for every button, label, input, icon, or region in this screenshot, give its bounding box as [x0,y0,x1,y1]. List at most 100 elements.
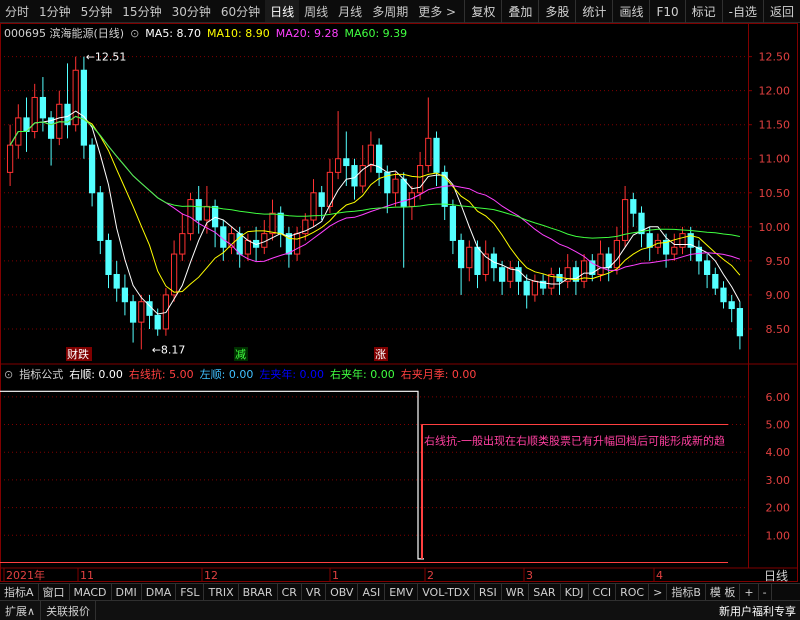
toolbar-button[interactable]: 画线 [612,0,649,23]
candle-body [498,267,506,282]
price-tick-label: 8.50 [766,323,791,336]
indicator-legend-item: 左顺: 0.00 [199,368,254,381]
status-button[interactable]: 扩展∧ [0,601,42,620]
indicator-tab[interactable]: CCI [589,584,617,600]
period-tab[interactable]: 周线 [299,0,333,22]
indicator-tick-label: 1.00 [766,529,791,542]
indicator-tab[interactable]: FSL [176,584,205,600]
indicator-collapse-icon[interactable]: ⊙ [4,368,13,381]
candle-body [728,301,735,310]
indicator-tab[interactable]: 模 板 [706,584,741,600]
indicator-tab[interactable]: SAR [529,584,561,600]
candle-body [318,192,325,207]
candle-body [449,205,457,241]
candle-body [154,314,161,330]
ma-legend-item: MA10: 8.90 [207,26,270,40]
signal-label: 涨 [375,348,386,361]
signal-label: 减 [235,348,246,361]
ma-legend: 000695 滨海能源(日线) ⊙ MA5: 8.70 MA10: 8.90 MA2… [4,25,407,41]
toolbar-button[interactable]: 多股 [538,0,575,23]
indicator-tab[interactable]: VOL-TDX [418,584,475,600]
welfare-button[interactable]: 新用户福利专享 [715,601,800,620]
toolbar-button[interactable]: F10 [649,0,684,23]
indicator-tab[interactable]: VR [302,584,327,600]
price-tick-label: 10.00 [759,221,791,234]
indicator-tab[interactable]: DMA [142,584,177,600]
candle-body [343,158,350,167]
indicator-legend-item: 指标公式 [19,368,64,381]
indicator-tick-label: 2.00 [766,502,791,515]
candle-body [703,260,711,275]
toolbar-button[interactable]: -自选 [721,0,763,23]
candle-body [121,287,129,303]
toolbar-button[interactable]: 复权 [464,0,501,23]
indicator-tab[interactable]: 指标A [0,584,39,600]
toolbar-button[interactable]: 标记 [684,0,722,23]
indicator-tabs: 指标A 窗口 MACD DMI DMA FSL TRIX BRAR CR VR OBV ASI EMV V… [0,583,800,600]
candle-body [31,96,38,133]
period-tab[interactable]: 月线 [333,0,367,22]
price-tick-label: 12.50 [759,51,791,64]
date-label: 11 [80,569,94,582]
date-label: 2021年 [6,568,45,582]
indicator-tab[interactable]: RSI [475,584,502,600]
period-tab[interactable]: 日线 [265,0,300,22]
toolbar-button[interactable]: 返回 [762,0,800,23]
indicator-tick-label: 5.00 [766,419,791,432]
ma-line-20 [9,115,741,271]
period-tab[interactable]: 5分钟 [76,0,118,22]
indicator-tab[interactable]: OBV [326,584,359,600]
indicator-tab[interactable]: ASI [358,584,386,600]
candle-body [195,199,202,221]
period-tab[interactable]: 30分钟 [167,0,216,22]
candle-body [170,253,178,296]
indicator-legend-item: 右线抗: 5.00 [128,368,194,381]
price-tick-label: 9.50 [766,255,791,268]
candle-body [392,178,399,194]
candle-body [400,178,407,207]
indicator-tab[interactable]: DMI [112,584,142,600]
candle-body [80,69,88,146]
status-button[interactable]: 关联报价 [41,601,97,620]
toolbar-button[interactable]: 统计 [575,0,612,23]
stock-name: 000695 滨海能源(日线) [4,27,125,40]
indicator-tab[interactable]: > [649,584,668,600]
candle-body [712,273,719,289]
candle-body [39,96,47,119]
period-tab[interactable]: 60分钟 [216,0,265,22]
candle-body [433,137,440,173]
indicator-tab[interactable]: BRAR [239,584,278,600]
candle-body [457,239,465,269]
period-tab[interactable]: 更多 > [413,0,461,22]
candle-body [269,212,276,235]
period-tab[interactable]: 分时 [0,0,34,22]
indicator-tab[interactable]: - [759,584,772,600]
low-price-label: ←8.17 [152,343,186,356]
toolbar-button[interactable]: 叠加 [501,0,538,23]
candle-body [630,199,637,214]
high-price-label: ←12.51 [86,51,127,64]
candle-body [736,308,744,337]
indicator-tab[interactable]: 窗口 [39,584,70,600]
chart-area[interactable]: 12.5012.0011.5011.0010.5010.009.509.008.… [0,23,800,583]
price-tick-label: 11.50 [759,119,791,132]
date-label: 2 [427,569,434,582]
indicator-tab[interactable]: KDJ [561,584,589,600]
indicator-tab[interactable]: 指标B [667,584,706,600]
candle-body [113,273,120,289]
period-tab[interactable]: 15分钟 [117,0,166,22]
chart-frame [0,23,798,582]
top-toolbar: 分时 1分钟 5分钟 15分钟 30分钟 60分钟 日线 周线 月线 多周期 更多 > 复权 叠加 多股… [0,0,800,23]
candle-body [220,226,227,248]
candle-body [416,165,424,194]
indicator-tab[interactable]: MACD [70,584,112,600]
period-tab[interactable]: 1分钟 [34,0,76,22]
indicator-tab[interactable]: WR [502,584,530,600]
indicator-tab[interactable]: EMV [385,584,419,600]
collapse-icon[interactable]: ⊙ [130,27,139,40]
indicator-tab[interactable]: CR [278,584,302,600]
period-tab[interactable]: 多周期 [367,0,413,22]
indicator-tab[interactable]: + [740,584,759,600]
indicator-tab[interactable]: ROC [616,584,650,600]
indicator-tab[interactable]: TRIX [204,584,239,600]
